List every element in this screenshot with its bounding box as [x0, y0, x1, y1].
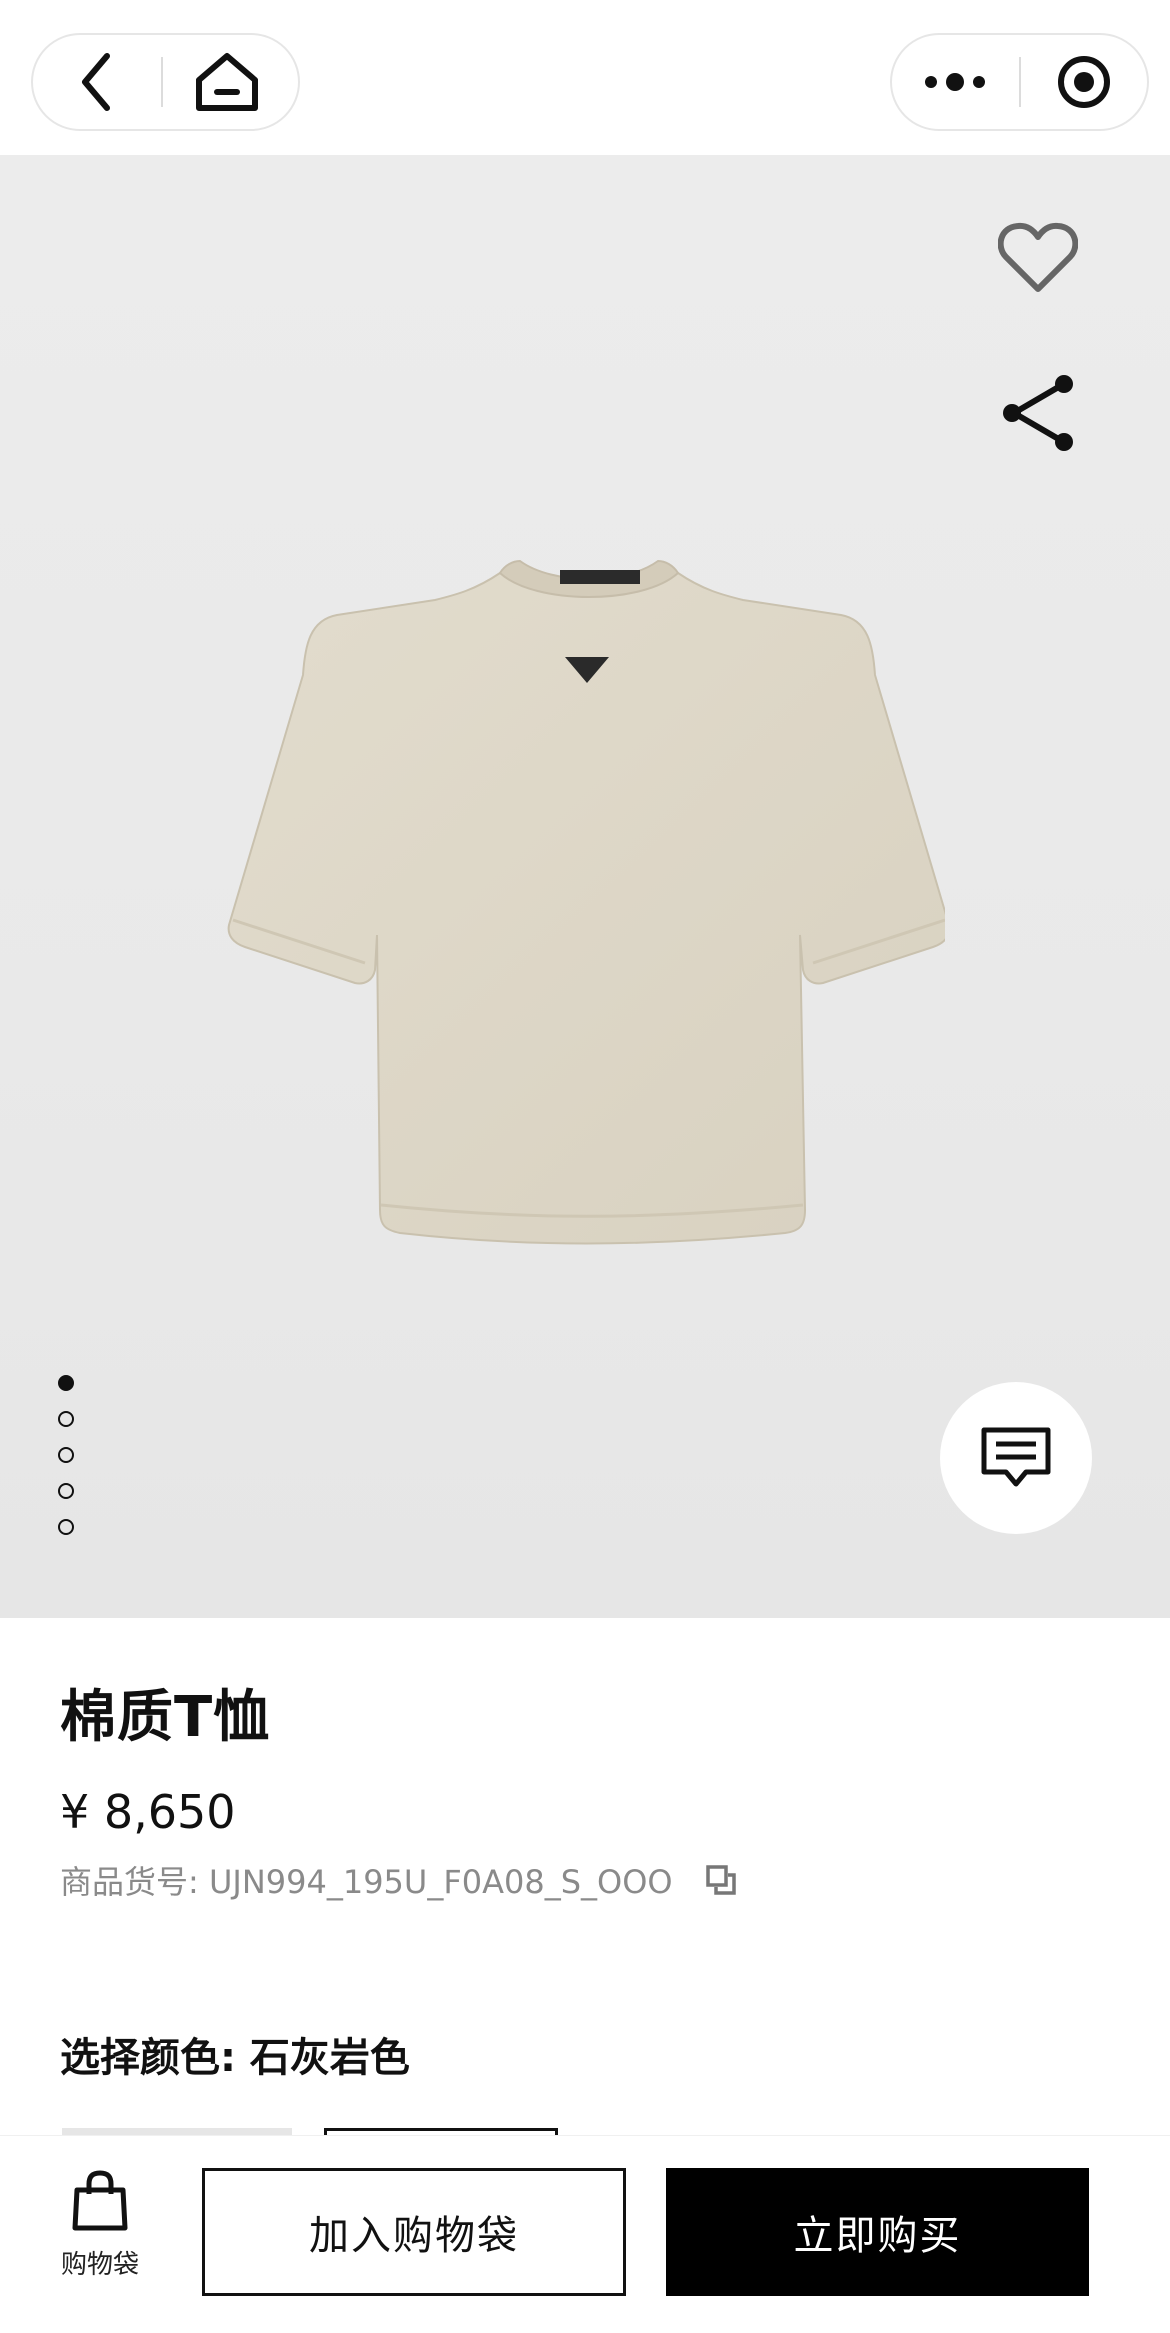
- carousel-dot[interactable]: [58, 1519, 74, 1535]
- carousel-dot[interactable]: [58, 1447, 74, 1463]
- target-close-icon: [1057, 56, 1110, 108]
- sku-text: 商品货号: UJN994_195U_F0A08_S_OOO: [60, 1863, 673, 1901]
- chat-button[interactable]: [940, 1382, 1092, 1534]
- shopping-bag-icon: [72, 2170, 128, 2231]
- back-button[interactable]: [33, 34, 161, 130]
- sku-row: 商品货号: UJN994_195U_F0A08_S_OOO: [60, 1857, 741, 1903]
- more-button[interactable]: [892, 34, 1019, 130]
- copy-sku-button[interactable]: [701, 1860, 741, 1900]
- product-price: ¥ 8,650: [60, 1785, 236, 1839]
- product-image: [227, 559, 945, 1245]
- chat-bubble-icon: [981, 1427, 1051, 1487]
- copy-icon: [705, 1865, 736, 1895]
- heart-icon: [998, 222, 1078, 292]
- chevron-left-icon: [82, 53, 110, 111]
- favorite-button[interactable]: [990, 210, 1086, 306]
- home-icon: [196, 53, 258, 111]
- bottom-action-bar: 购物袋 加入购物袋 立即购买: [0, 2135, 1170, 2333]
- buy-now-button[interactable]: 立即购买: [666, 2168, 1089, 2296]
- carousel-dot[interactable]: [58, 1483, 74, 1499]
- carousel-dot-active[interactable]: [58, 1375, 74, 1391]
- nav-capsule-left: [31, 33, 300, 131]
- carousel-dot[interactable]: [58, 1411, 74, 1427]
- share-button[interactable]: [990, 365, 1086, 461]
- product-image-carousel[interactable]: [0, 155, 1170, 1618]
- product-title: 棉质T恤: [60, 1685, 271, 1750]
- top-nav-bar: [0, 0, 1170, 155]
- shopping-bag-label: 购物袋: [60, 2250, 139, 2280]
- shopping-bag-button[interactable]: 购物袋: [40, 2166, 160, 2281]
- add-to-bag-button[interactable]: 加入购物袋: [202, 2168, 626, 2296]
- more-dots-icon: [925, 73, 986, 91]
- close-button[interactable]: [1021, 34, 1148, 130]
- color-selection-label: 选择颜色: 石灰岩色: [60, 2035, 410, 2081]
- bag-icon-wrap: [40, 2166, 160, 2236]
- home-button[interactable]: [163, 34, 291, 130]
- share-icon: [1003, 375, 1073, 451]
- nav-capsule-right: [890, 33, 1149, 131]
- carousel-indicator: [58, 1375, 74, 1555]
